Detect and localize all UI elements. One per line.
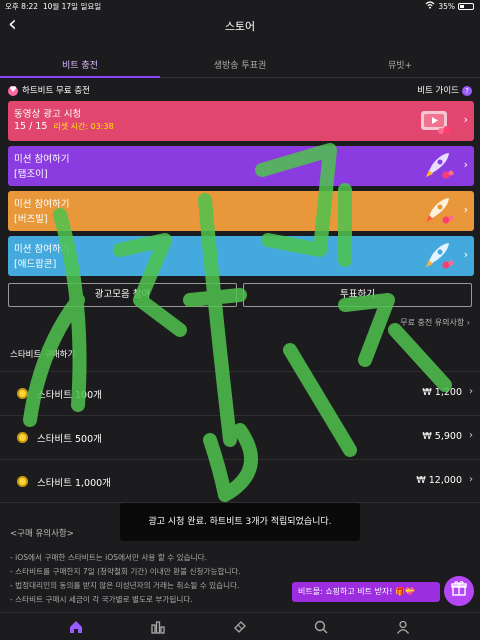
help-icon: ? [462,86,472,96]
tab-bit-charge[interactable]: 비트 충전 [0,58,160,71]
card-provider: [버즈빌] [14,214,48,225]
card-title: 동영상 광고 시청 [14,109,82,120]
ticket-icon[interactable] [232,619,248,635]
ad-collection-button[interactable]: 광고모음 참여 [8,283,237,307]
chevron-right-icon: › [463,158,468,171]
gift-icon [451,581,467,596]
tab-bar: 비트 충전 생방송 투표권 뮤빗+ [0,52,480,78]
chevron-right-icon: › [469,386,473,397]
product-price: ₩ 12,000 [416,475,462,486]
product-price: ₩ 5,900 [422,431,462,442]
battery-percent: 35% [438,1,455,11]
card-provider: [탭조이] [14,169,48,180]
star-bit-coin-icon [17,476,28,487]
chevron-right-icon: › [466,318,470,327]
product-name: 스타비트 1,000개 [37,478,111,489]
chevron-right-icon: › [469,430,473,441]
chevron-right-icon: › [463,113,468,126]
free-charge-notes-link[interactable]: 무료 충전 유의사항 › [400,317,470,328]
card-title: 미션 참여하기 [14,244,70,255]
bit-guide-link[interactable]: 비트 가이드? [417,84,472,96]
mission-tapjoy-card[interactable]: 미션 참여하기 [탭조이] › [8,146,474,186]
battery-icon [458,2,474,10]
tab-live-vote[interactable]: 생방송 투표권 [160,58,320,71]
nav-bar: ‹ 스토어 [0,12,480,42]
card-title: 미션 참여하기 [14,199,70,210]
status-time: 오후 8:22 [5,2,39,11]
rocket-icon [426,198,454,224]
heart-icon [8,85,18,96]
active-tab-indicator [0,76,160,78]
chevron-right-icon: › [463,203,468,216]
product-price: ₩ 1,200 [422,387,462,398]
rocket-icon [426,153,454,179]
video-ad-icon [421,111,451,134]
purchase-row-500[interactable]: 스타비트 500개 ₩ 5,900 › [0,415,480,459]
product-name: 스타비트 500개 [37,434,102,445]
card-title: 미션 참여하기 [14,154,70,165]
caution-item: - 스타비트 구매시 세금이 각 국가별로 별도로 부가됩니다. [10,595,193,604]
star-bit-coin-icon [17,432,28,443]
caution-item: - 스타비트를 구매한지 7일 (청약철회 기간) 이내만 환불 신청가능합니다… [10,567,241,576]
search-icon[interactable] [313,619,329,635]
chart-icon[interactable] [150,619,166,635]
purchase-row-100[interactable]: 스타비트 100개 ₩ 1,200 › [0,371,480,415]
gift-fab-button[interactable] [444,576,474,606]
ad-count: 15 / 15 [14,121,48,132]
status-date: 10월 17일 일요일 [42,2,102,11]
rocket-icon [426,243,454,269]
free-charge-title: 하트비트 무료 충전 [22,86,90,96]
chevron-right-icon: › [469,474,473,485]
caution-item: - iOS에서 구매한 스타비트는 iOS에서만 사용 할 수 있습니다. [10,553,207,562]
notes-link-label: 무료 충전 유의사항 [400,318,465,327]
card-provider: [애드팝콘] [14,259,57,270]
wifi-icon [425,1,435,11]
purchase-title: 스타비트 구매하기 [10,350,76,360]
chevron-right-icon: › [463,248,468,261]
profile-icon[interactable] [395,619,411,635]
mission-adpopcorn-card[interactable]: 미션 참여하기 [애드팝콘] › [8,236,474,276]
caution-list: - iOS에서 구매한 스타비트는 iOS에서만 사용 할 수 있습니다. - … [10,551,241,607]
reset-timer: 리셋 시간: 03:38 [53,122,114,131]
bit-guide-label: 비트 가이드 [417,86,459,96]
status-bar: 오후 8:22 10월 17일 일요일 35% [0,0,480,12]
purchase-row-1000[interactable]: 스타비트 1,000개 ₩ 12,000 › [0,459,480,503]
toast-message: 광고 시청 완료. 하트비트 3개가 적립되었습니다. [120,503,360,541]
page-title: 스토어 [224,20,256,33]
home-icon[interactable] [68,619,84,635]
tab-mubeat-plus[interactable]: 뮤빗+ [320,58,480,71]
mission-buzzvil-card[interactable]: 미션 참여하기 [버즈빌] › [8,191,474,231]
caution-title: <구매 유의사항> [10,529,74,539]
bit-mall-promo-banner[interactable]: 비트몰: 쇼핑하고 비트 받자! 🎁💝 [292,582,440,602]
free-charge-header: 하트비트 무료 충전 비트 가이드? [8,84,474,98]
caution-item: - 법정대리인의 동의를 받지 않은 미성년자의 거래는 취소될 수 있습니다. [10,581,240,590]
vote-button[interactable]: 투표하기 [243,283,472,307]
bottom-nav [0,612,480,640]
product-name: 스타비트 100개 [37,390,102,401]
star-bit-coin-icon [17,388,28,399]
video-ad-card[interactable]: 동영상 광고 시청 15 / 15 리셋 시간: 03:38 › [8,101,474,141]
